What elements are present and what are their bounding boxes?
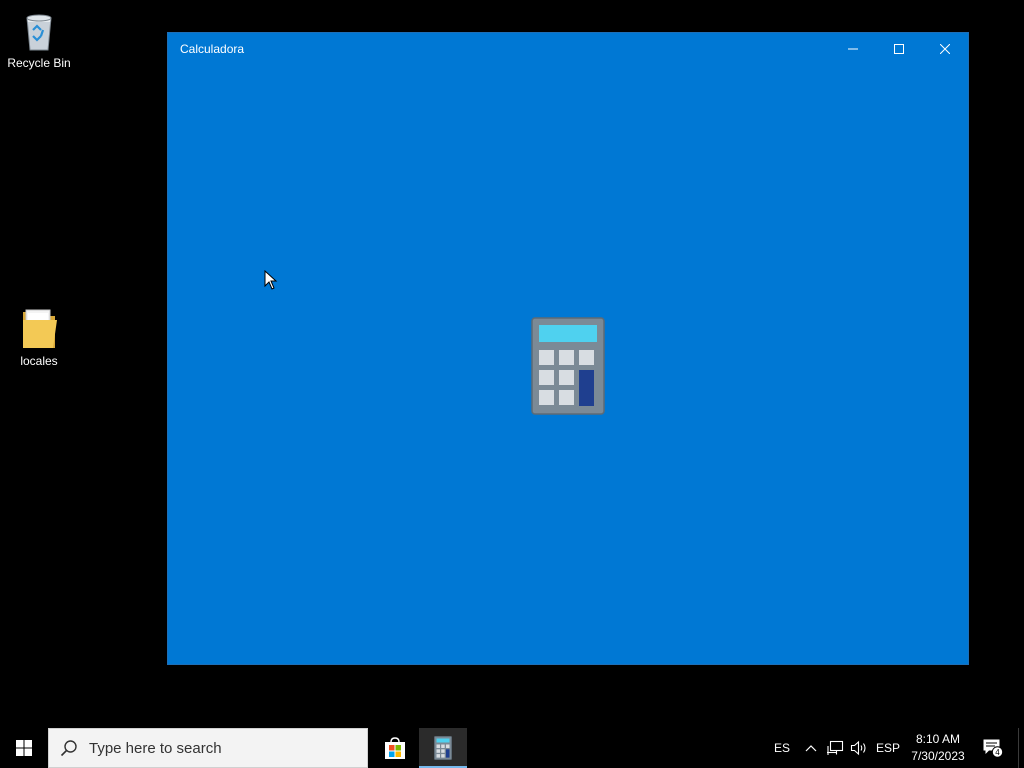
microsoft-store-icon <box>385 737 405 759</box>
window-titlebar[interactable]: Calculadora <box>168 33 968 65</box>
start-button[interactable] <box>0 728 48 768</box>
mouse-cursor-icon <box>264 270 278 290</box>
recycle-bin-icon <box>15 6 63 54</box>
show-desktop-button[interactable] <box>1018 728 1024 768</box>
desktop: Recycle Bin locales Calculadora <box>0 0 1024 728</box>
volume-tray-button[interactable] <box>848 728 870 768</box>
calculator-icon <box>434 736 452 760</box>
chevron-up-icon <box>805 745 817 752</box>
clock-date: 7/30/2023 <box>911 749 965 763</box>
desktop-icon-label: locales <box>20 354 58 368</box>
window-title: Calculadora <box>180 42 245 56</box>
show-hidden-icons-button[interactable] <box>800 728 822 768</box>
calculator-splash-icon <box>531 317 605 415</box>
maximize-button[interactable] <box>876 33 922 65</box>
minimize-button[interactable] <box>830 33 876 65</box>
maximize-icon <box>894 44 904 54</box>
input-language-indicator[interactable]: ES <box>770 728 794 768</box>
notification-count-badge: 4 <box>995 748 1000 757</box>
search-icon <box>49 728 89 768</box>
taskbar-app-calculator[interactable] <box>419 728 467 768</box>
close-button[interactable] <box>922 33 968 65</box>
close-icon <box>940 44 950 54</box>
clock-time: 8:10 AM <box>915 732 961 746</box>
taskbar-clock[interactable]: 8:10 AM 7/30/2023 <box>906 728 970 768</box>
desktop-icon-label: Recycle Bin <box>7 56 71 70</box>
network-icon <box>827 740 844 755</box>
desktop-icon-locales-folder[interactable]: locales <box>1 304 77 368</box>
calculator-window[interactable]: Calculadora <box>167 32 969 665</box>
taskbar-search-box[interactable]: Type here to search <box>48 728 368 768</box>
keyboard-layout-indicator[interactable]: ESP <box>874 728 902 768</box>
taskbar-app-microsoft-store[interactable] <box>371 728 419 768</box>
notification-icon: 4 <box>983 739 1004 758</box>
action-center-button[interactable]: 4 <box>978 728 1008 768</box>
taskbar: Type here to search ES ESP 8:10 AM 7/30/… <box>0 728 1024 768</box>
search-placeholder: Type here to search <box>89 739 222 757</box>
desktop-icon-recycle-bin[interactable]: Recycle Bin <box>1 6 77 70</box>
network-tray-button[interactable] <box>824 728 846 768</box>
speaker-volume-icon <box>850 740 866 756</box>
minimize-icon <box>848 48 858 50</box>
folder-icon <box>15 304 63 352</box>
windows-logo-icon <box>16 740 32 756</box>
